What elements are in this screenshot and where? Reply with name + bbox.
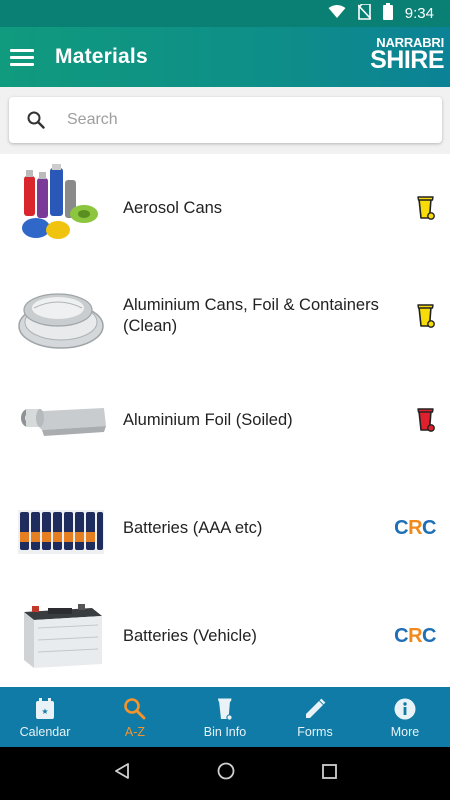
recents-icon[interactable] (321, 763, 337, 784)
system-navigation-bar (0, 747, 450, 800)
bin-icon (216, 696, 234, 722)
list-item-batteries-vehicle[interactable]: Batteries (Vehicle) CRC (0, 582, 450, 687)
page-title: Materials (55, 45, 148, 68)
status-time: 9:34 (404, 5, 434, 22)
yellow-bin-icon (417, 196, 435, 220)
material-name: Aluminium Foil (Soiled) (123, 410, 293, 429)
svg-text:★: ★ (41, 707, 48, 716)
aluminium-foil-roll-image (21, 408, 106, 436)
nav-label: More (390, 724, 420, 739)
aluminium-containers-image (18, 293, 104, 349)
list-item-aerosol-cans[interactable]: Aerosol Cans (0, 154, 450, 262)
back-icon[interactable] (114, 763, 130, 784)
materials-list: Aerosol Cans Aluminium Cans, Foil & Cont… (0, 154, 450, 687)
material-name: Aerosol Cans (123, 198, 223, 217)
menu-icon[interactable] (10, 48, 34, 66)
crc-badge: CRC (394, 624, 436, 647)
home-icon[interactable] (217, 762, 235, 785)
search-icon (27, 111, 45, 129)
status-bar: 9:34 (0, 0, 450, 27)
search-icon (123, 696, 147, 722)
crc-badge: CRC (394, 516, 436, 539)
logo-line2: SHIRE (370, 46, 444, 74)
list-item-batteries-aaa[interactable]: Batteries (AAA etc) CRC (0, 474, 450, 582)
search-bar[interactable] (9, 97, 442, 143)
yellow-bin-icon (417, 304, 435, 328)
wifi-icon (328, 4, 346, 23)
search-area (0, 87, 450, 154)
nav-bin-info[interactable]: Bin Info (180, 687, 270, 747)
info-icon (394, 696, 416, 722)
pencil-icon (304, 696, 326, 722)
nav-label: A-Z (124, 724, 146, 739)
car-battery-image (24, 604, 102, 668)
app-bar: Materials NARRABRI SHIRE (0, 27, 450, 87)
red-bin-icon (417, 408, 435, 432)
nav-label: Forms (297, 724, 333, 739)
battery-icon (382, 3, 393, 24)
calendar-icon: ★ (35, 696, 55, 722)
no-sim-icon (357, 2, 372, 24)
list-item-aluminium-cans[interactable]: Aluminium Cans, Foil & Containers (Clean… (0, 262, 450, 370)
search-input[interactable] (67, 111, 407, 129)
bottom-navigation: ★ Calendar A-Z Bin Info Forms More (0, 687, 450, 747)
nav-label: Bin Info (203, 724, 247, 739)
nav-a-z[interactable]: A-Z (90, 687, 180, 747)
nav-forms[interactable]: Forms (270, 687, 360, 747)
nav-label: Calendar (19, 724, 71, 739)
nav-more[interactable]: More (360, 687, 450, 747)
material-name: Aluminium Cans, Foil & Containers (Clean… (123, 296, 379, 335)
nav-calendar[interactable]: ★ Calendar (0, 687, 90, 747)
aerosol-cans-image (22, 164, 98, 239)
aaa-batteries-image (18, 510, 104, 554)
list-item-aluminium-foil-soiled[interactable]: Aluminium Foil (Soiled) (0, 366, 450, 474)
narrabri-shire-logo: NARRABRI SHIRE (370, 36, 444, 73)
material-name: Batteries (Vehicle) (123, 626, 257, 645)
material-name: Batteries (AAA etc) (123, 518, 263, 537)
